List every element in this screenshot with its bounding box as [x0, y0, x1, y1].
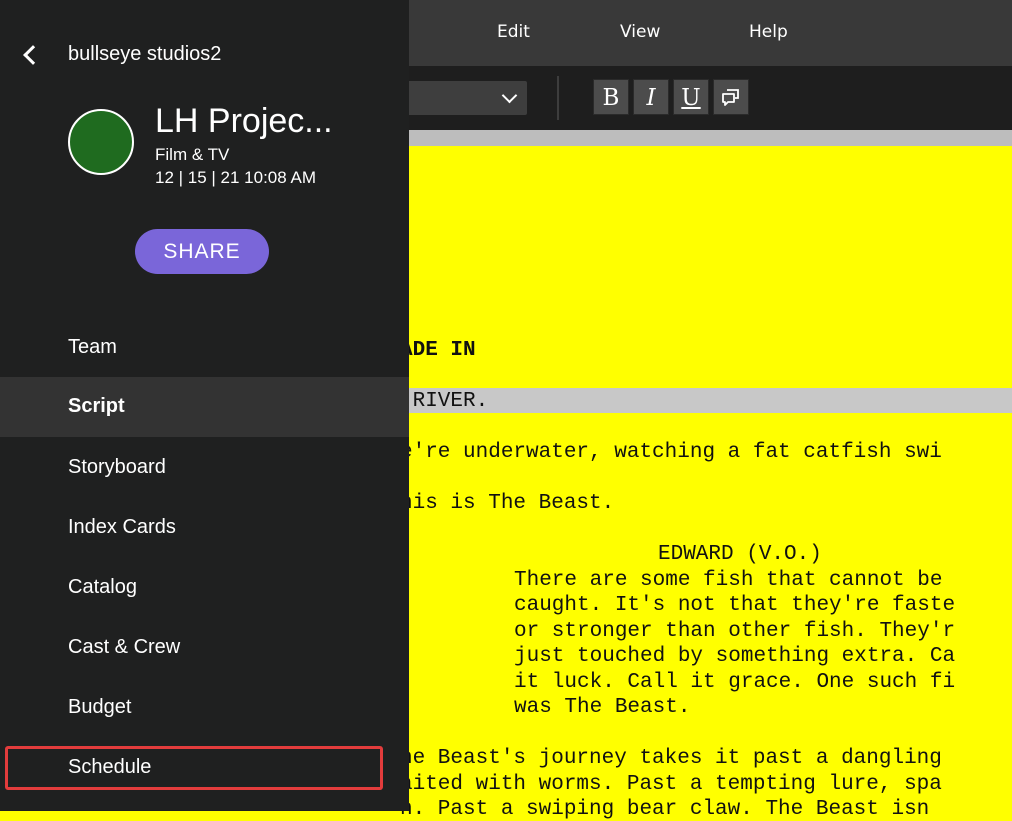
bold-button[interactable]: B [593, 79, 629, 115]
dialogue-line: just touched by something extra. Ca [514, 645, 956, 668]
chevron-down-icon [501, 87, 518, 104]
dialogue-line: There are some fish that cannot be [514, 569, 943, 592]
dialogue-line: or stronger than other fish. They'r [514, 620, 956, 643]
nav-item-catalog[interactable]: Catalog [0, 558, 409, 618]
nav-item-label: Catalog [68, 576, 137, 598]
nav-item-label: Cast & Crew [68, 636, 181, 658]
nav-item-budget[interactable]: Budget [0, 678, 409, 738]
character-name: EDWARD (V.O.) [658, 543, 822, 566]
nav-item-label: Team [68, 336, 117, 358]
element-type-dropdown[interactable] [392, 81, 527, 115]
menu-edit[interactable]: Edit [497, 22, 530, 42]
nav-item-storyboard[interactable]: Storyboard [0, 438, 409, 498]
comment-button[interactable] [713, 79, 749, 115]
project-title: LH Projec... [155, 102, 333, 140]
underline-button[interactable]: U [673, 79, 709, 115]
share-button[interactable]: SHARE [135, 229, 269, 274]
nav-item-cast-crew[interactable]: Cast & Crew [0, 618, 409, 678]
transition-line: ADE IN [400, 339, 476, 362]
nav-item-team[interactable]: Team [0, 318, 409, 378]
back-button[interactable] [20, 42, 43, 68]
nav-item-label: Storyboard [68, 456, 166, 478]
nav-item-index-cards[interactable]: Index Cards [0, 498, 409, 558]
action-line: e're underwater, watching a fat catfish … [400, 441, 942, 464]
dialogue-line: caught. It's not that they're faste [514, 594, 956, 617]
scene-heading: RIVER. [400, 390, 489, 413]
menu-view[interactable]: View [620, 22, 660, 42]
nav-item-label: Script [68, 395, 125, 417]
action-line: aited with worms. Past a tempting lure, … [400, 773, 942, 796]
dialogue-line: it luck. Call it grace. One such fi [514, 671, 956, 694]
project-type: Film & TV [155, 145, 230, 164]
nav-item-label: Schedule [68, 756, 152, 778]
action-line: he Beast's journey takes it past a dangl… [400, 747, 942, 770]
project-avatar [68, 109, 134, 175]
comment-icon [722, 89, 739, 106]
nav-item-label: Index Cards [68, 516, 176, 538]
italic-button[interactable]: I [633, 79, 669, 115]
action-line: his is The Beast. [400, 492, 615, 515]
organization-name: bullseye studios2 [68, 43, 222, 65]
project-date: 12 | 15 | 21 10:08 AM [155, 168, 317, 187]
nav-item-label: Budget [68, 696, 132, 718]
project-sidebar: bullseye studios2 LH Projec... Film & TV… [0, 0, 409, 811]
toolbar-divider [557, 76, 559, 120]
chevron-left-icon [23, 45, 43, 65]
menu-help[interactable]: Help [749, 22, 788, 42]
dialogue-line: was The Beast. [514, 696, 691, 719]
nav-item-script[interactable]: Script [0, 377, 409, 437]
nav-item-schedule[interactable]: Schedule [0, 738, 409, 798]
action-line: n. Past a swiping bear claw. The Beast i… [400, 798, 930, 821]
